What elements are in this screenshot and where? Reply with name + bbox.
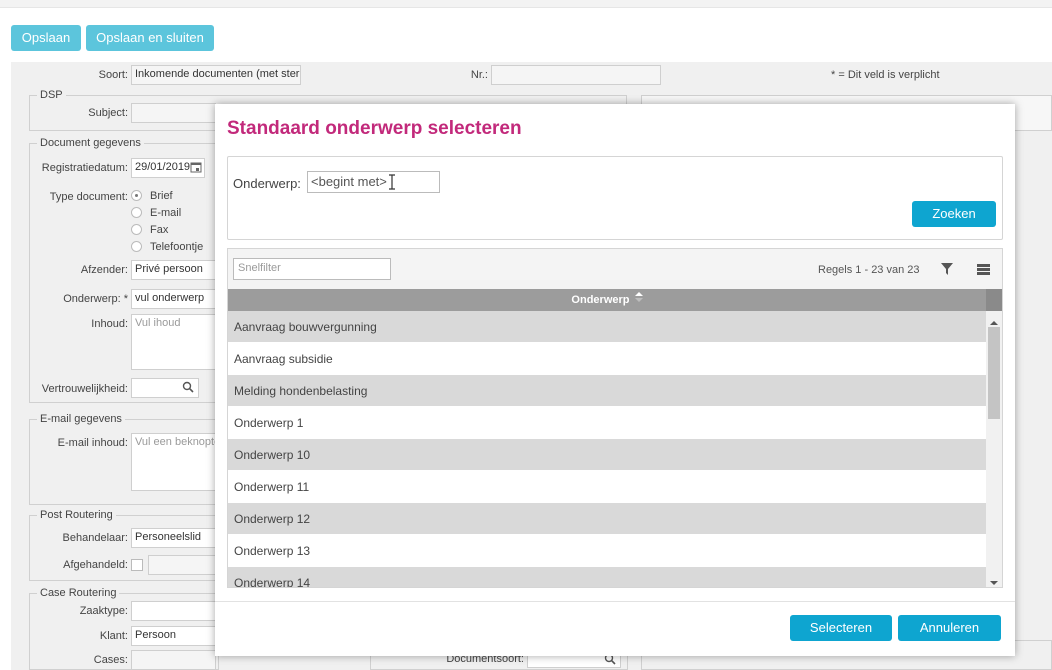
- inhoud-label: Inhoud:: [91, 318, 128, 330]
- search-panel: Onderwerp: <begint met> Zoeken: [227, 156, 1003, 240]
- calendar-icon[interactable]: [190, 161, 202, 176]
- subject-field[interactable]: [131, 103, 216, 123]
- cases-field[interactable]: [131, 650, 216, 670]
- vertrouwelijkheid-field[interactable]: [131, 378, 199, 398]
- registratiedatum-field[interactable]: 29/01/2019: [131, 158, 205, 178]
- table-row[interactable]: Onderwerp 11: [228, 471, 986, 503]
- select-subject-dialog: Standaard onderwerp selecteren Onderwerp…: [215, 104, 1015, 656]
- column-header-label: Onderwerp: [571, 294, 630, 306]
- inhoud-placeholder: Vul ihoud: [135, 317, 181, 329]
- zaaktype-field[interactable]: [131, 601, 216, 621]
- type-radio-brief[interactable]: [131, 190, 142, 201]
- top-bar: [0, 0, 1052, 8]
- scrollbar-thumb[interactable]: [988, 327, 1000, 419]
- table-row[interactable]: Aanvraag bouwvergunning: [228, 311, 986, 343]
- quickfilter-placeholder: Snelfilter: [238, 262, 281, 274]
- afzender-field[interactable]: Privé persoon: [131, 260, 216, 280]
- post-legend: Post Routering: [37, 509, 116, 521]
- table-row[interactable]: Onderwerp 13: [228, 535, 986, 567]
- table-row[interactable]: Onderwerp 10: [228, 439, 986, 471]
- grid-rows: Aanvraag bouwvergunning Aanvraag subsidi…: [228, 311, 986, 587]
- table-row[interactable]: Melding hondenbelasting: [228, 375, 986, 407]
- save-button[interactable]: Opslaan: [11, 25, 81, 51]
- subject-grid: Snelfilter Regels 1 - 23 van 23 Onderwer…: [227, 248, 1003, 588]
- klant-field[interactable]: Persoon: [131, 626, 216, 646]
- soort-field[interactable]: Inkomende documenten (met ster: [131, 65, 301, 85]
- dsp-legend: DSP: [37, 89, 66, 101]
- table-row[interactable]: Onderwerp 1: [228, 407, 986, 439]
- afgehandeld-field[interactable]: [148, 555, 216, 575]
- sort-icon[interactable]: [634, 289, 643, 311]
- scroll-down-icon[interactable]: [990, 575, 998, 589]
- document-legend: Document gegevens: [37, 137, 144, 149]
- inhoud-textarea[interactable]: Vul ihoud: [131, 314, 216, 370]
- text-cursor-icon: [388, 174, 396, 192]
- header-corner: [986, 289, 1002, 311]
- dialog-title: Standaard onderwerp selecteren: [227, 118, 522, 139]
- required-note: * = Dit veld is verplicht: [831, 69, 940, 81]
- type-telefoontje-label: Telefoontje: [150, 241, 204, 253]
- vertrouwelijkheid-label: Vertrouwelijkheid:: [41, 383, 128, 395]
- table-row[interactable]: Aanvraag subsidie: [228, 343, 986, 375]
- case-legend: Case Routering: [37, 587, 120, 599]
- behandelaar-label: Behandelaar:: [62, 532, 128, 544]
- column-header-onderwerp[interactable]: Onderwerp: [228, 289, 986, 311]
- onderwerp-label: Onderwerp: *: [63, 293, 128, 305]
- behandelaar-field[interactable]: Personeelslid: [131, 528, 216, 548]
- afgehandeld-checkbox[interactable]: [131, 559, 143, 571]
- afgehandeld-label: Afgehandeld:: [63, 559, 128, 571]
- registratiedatum-value: 29/01/2019: [135, 161, 191, 173]
- zaaktype-label: Zaaktype:: [79, 605, 128, 617]
- email-inhoud-textarea[interactable]: Vul een beknopte: [131, 433, 216, 491]
- type-fax-label: Fax: [150, 224, 169, 236]
- type-brief-label: Brief: [150, 190, 173, 202]
- subject-label: Subject:: [88, 107, 128, 119]
- rules-info: Regels 1 - 23 van 23: [818, 264, 920, 276]
- soort-label: Soort:: [98, 69, 128, 81]
- grid-toolbar: Snelfilter Regels 1 - 23 van 23: [228, 249, 1002, 289]
- grid-scrollbar[interactable]: [986, 311, 1002, 587]
- save-close-button[interactable]: Opslaan en sluiten: [86, 25, 214, 51]
- onderwerp-search-label: Onderwerp:: [233, 176, 301, 191]
- type-radio-email[interactable]: [131, 207, 142, 218]
- type-document-label: Type document:: [49, 191, 128, 203]
- table-row[interactable]: Onderwerp 12: [228, 503, 986, 535]
- menu-icon[interactable]: [977, 264, 990, 278]
- email-inhoud-label: E-mail inhoud:: [57, 437, 128, 449]
- cases-label: Cases:: [93, 654, 128, 666]
- onderwerp-search-input[interactable]: <begint met>: [307, 171, 440, 193]
- dialog-footer-divider: [215, 601, 1015, 602]
- afzender-label: Afzender:: [80, 264, 128, 276]
- select-button[interactable]: Selecteren: [790, 615, 892, 641]
- search-icon[interactable]: [182, 381, 194, 396]
- table-row[interactable]: Onderwerp 14: [228, 567, 986, 587]
- type-email-label: E-mail: [150, 207, 182, 219]
- onderwerp-field[interactable]: vul onderwerp: [131, 289, 216, 309]
- registratiedatum-label: Registratiedatum:: [41, 162, 128, 174]
- nr-field[interactable]: [491, 65, 661, 85]
- search-button[interactable]: Zoeken: [912, 201, 996, 227]
- email-legend: E-mail gegevens: [37, 413, 125, 425]
- type-radio-fax[interactable]: [131, 224, 142, 235]
- email-inhoud-placeholder: Vul een beknopte: [135, 436, 216, 448]
- klant-label: Klant:: [99, 630, 128, 642]
- quickfilter-input[interactable]: Snelfilter: [233, 258, 391, 280]
- onderwerp-search-value: <begint met>: [311, 174, 387, 189]
- type-radio-telefoontje[interactable]: [131, 241, 142, 252]
- filter-icon[interactable]: [941, 263, 953, 278]
- nr-label: Nr.:: [470, 69, 488, 81]
- cancel-button[interactable]: Annuleren: [898, 615, 1001, 641]
